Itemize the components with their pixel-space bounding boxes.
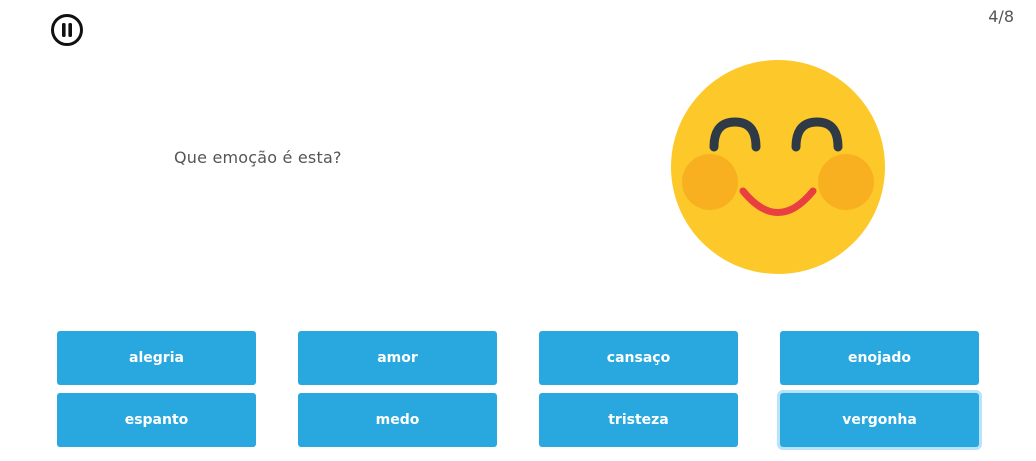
answer-grid: alegria amor cansaço enojado espanto med… (57, 331, 981, 447)
answer-button-medo[interactable]: medo (298, 393, 497, 447)
answer-button-tristeza[interactable]: tristeza (539, 393, 738, 447)
progress-counter: 4/8 (988, 7, 1014, 26)
question-text: Que emoção é esta? (174, 148, 342, 167)
emotion-emoji-image (670, 60, 888, 276)
answer-button-espanto[interactable]: espanto (57, 393, 256, 447)
answer-button-vergonha[interactable]: vergonha (780, 393, 979, 447)
answer-button-cansaco[interactable]: cansaço (539, 331, 738, 385)
pause-icon (51, 14, 83, 46)
answer-button-amor[interactable]: amor (298, 331, 497, 385)
emoji-right-cheek (818, 154, 874, 210)
emoji-left-cheek (682, 154, 738, 210)
pause-button[interactable] (50, 13, 84, 47)
answer-button-alegria[interactable]: alegria (57, 331, 256, 385)
answer-button-enojado[interactable]: enojado (780, 331, 979, 385)
